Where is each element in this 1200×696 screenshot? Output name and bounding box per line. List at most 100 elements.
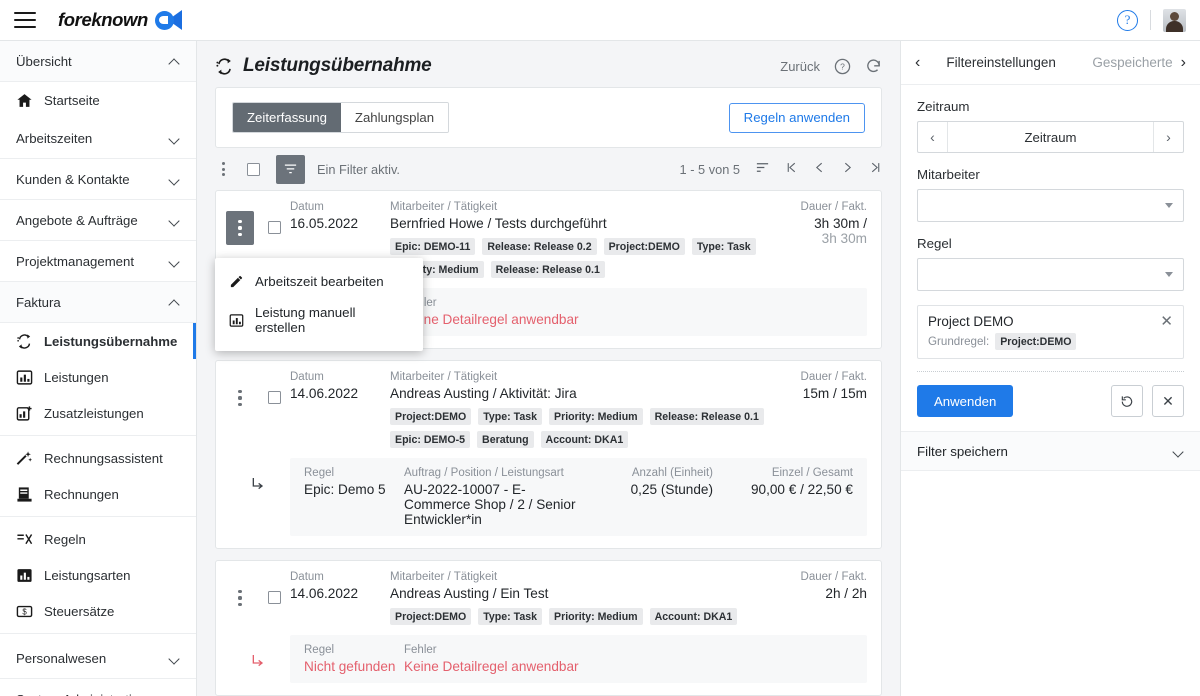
table-row: Datum 14.06.2022 Mitarbeiter / Tätigkeit… [215,360,882,549]
reset-filter-button[interactable] [1111,385,1143,417]
back-link[interactable]: Zurück [780,59,820,74]
select-all-checkbox[interactable] [247,162,260,176]
sidebar-item-label: Rechnungen [44,486,119,502]
sidebar-item-zusatzleistungen[interactable]: Zusatzleistungen [0,395,196,431]
sidebar-item-regeln[interactable]: Regeln [0,521,196,557]
sort-icon[interactable] [755,160,770,178]
apply-filter-button[interactable]: Anwenden [917,385,1014,417]
table-row: Datum 14.06.2022 Mitarbeiter / Tätigkeit… [215,560,882,696]
rules-icon [17,533,33,544]
tag: Release: Release 0.1 [490,261,605,278]
chevron-up-icon [169,56,180,67]
bar-chart-icon [17,568,32,582]
brand-logo[interactable]: foreknown [58,9,182,31]
row-checkbox[interactable] [268,591,281,604]
prev-page-button[interactable] [813,161,826,177]
filter-toggle-button[interactable] [276,154,305,184]
sidebar-item-steuersaetze[interactable]: $ Steuersätze [0,593,196,629]
row-checkbox[interactable] [268,221,281,234]
page-title-text: Leistungsübernahme [243,55,432,76]
regel-select[interactable] [917,258,1184,291]
zeitraum-value[interactable]: Zeitraum [948,122,1153,152]
sidebar-group-system-administration[interactable]: System Administration [0,679,196,696]
zeitraum-next-button[interactable]: › [1153,122,1183,152]
svg-text:?: ? [840,61,845,71]
sidebar: Übersicht Startseite Arbeitszeiten Kunde… [0,41,197,696]
sidebar-group-label: Angebote & Aufträge [16,212,138,228]
sidebar-group-uebersicht[interactable]: Übersicht [0,41,196,82]
next-page-button[interactable] [841,161,854,177]
row-menu-button[interactable] [226,381,254,415]
pencil-icon [230,275,243,288]
row-menu-button[interactable] [226,211,254,245]
sidebar-item-rechnungsassistent[interactable]: Rechnungsassistent [0,440,196,476]
sidebar-item-startseite[interactable]: Startseite [0,82,196,118]
chevron-down-icon [169,133,180,144]
clear-filter-button[interactable]: ✕ [1152,385,1184,417]
undo-icon [1121,396,1133,407]
sidebar-group-kunden-kontakte[interactable]: Kunden & Kontakte [0,159,196,200]
row-billable-value: 3h 30m [821,231,867,246]
column-header-amount: Anzahl (Einheit) [631,467,713,479]
sidebar-item-leistungsuebernahme[interactable]: Leistungsübernahme [0,323,196,359]
first-page-button[interactable] [785,161,798,177]
sidebar-item-rechnungen[interactable]: Rechnungen [0,476,196,512]
help-circle-icon[interactable]: ? [1117,9,1138,31]
bar-chart-plus-icon [16,405,32,421]
avatar[interactable] [1163,8,1186,32]
sidebar-item-label: Leistungen [44,369,109,385]
chevron-down-icon [169,174,180,185]
row-employee-value: Andreas Austing / Aktivität: Jira [390,386,577,401]
last-page-button[interactable] [869,161,882,177]
row-tags: Project:DEMO Type: Task Priority: Medium… [390,408,771,448]
filter-panel: ‹ Filtereinstellungen Gespeicherte › Zei… [900,41,1200,696]
divider [0,516,196,517]
detail-amount-value: 0,25 (Stunde) [630,482,713,497]
sidebar-group-arbeitszeiten[interactable]: Arbeitszeiten [0,118,196,159]
tab-gespeicherte[interactable]: Gespeicherte [1092,55,1172,70]
tag: Release: Release 0.1 [649,408,764,425]
chevron-down-icon [1165,203,1173,208]
remove-rule-icon[interactable]: ✕ [1152,314,1173,329]
selected-rule-text: Project DEMO Grundregel: Project:DEMO [928,314,1077,350]
context-menu-item-edit-worktime[interactable]: Arbeitszeit bearbeiten [215,266,423,297]
sidebar-item-leistungen[interactable]: Leistungen [0,359,196,395]
refresh-icon[interactable] [865,58,882,75]
tab-zeiterfassung[interactable]: Zeiterfassung [233,103,341,132]
chevron-down-icon [169,215,180,226]
mitarbeiter-select[interactable] [917,189,1184,222]
sidebar-group-label: Faktura [16,294,61,310]
context-menu-item-create-service[interactable]: Leistung manuell erstellen [215,297,423,343]
sidebar-item-label: Leistungsübernahme [44,333,178,349]
tab-filtereinstellungen[interactable]: Filtereinstellungen [946,55,1056,70]
column-header-date: Datum [290,201,324,213]
row-checkbox[interactable] [268,391,281,404]
list-options-kebab-icon[interactable] [215,162,231,176]
panel-next-icon[interactable]: › [1181,54,1186,71]
column-header-date: Datum [290,371,324,383]
detail-error: Fehler Keine Detailregel anwendbar [404,297,853,327]
hamburger-icon[interactable] [14,12,36,28]
row-menu-button[interactable] [226,581,254,615]
page-title: Leistungsübernahme [215,55,432,77]
sidebar-group-faktura[interactable]: Faktura [0,282,196,323]
tag: Epic: DEMO-5 [390,431,471,448]
tab-group: Zeiterfassung Zahlungsplan [232,102,450,133]
chevron-up-icon [169,297,180,308]
help-circle-icon[interactable]: ? [834,58,851,75]
row-duration: Dauer / Fakt. 3h 30m / 3h 30m [771,201,867,278]
panel-prev-icon[interactable]: ‹ [915,54,920,71]
sidebar-item-leistungsarten[interactable]: Leistungsarten [0,557,196,593]
sidebar-group-personalwesen[interactable]: Personalwesen [0,638,196,679]
zeitraum-prev-button[interactable]: ‹ [918,122,948,152]
detail-box: Regel Nicht gefunden Fehler Keine Detail… [290,635,867,683]
tab-zahlungsplan[interactable]: Zahlungsplan [340,103,449,132]
sidebar-group-projektmanagement[interactable]: Projektmanagement [0,241,196,282]
apply-rules-button[interactable]: Regeln anwenden [728,102,865,133]
detail-rule: Regel Nicht gefunden [304,644,404,674]
selected-rule-chip: Project DEMO Grundregel: Project:DEMO ✕ [917,305,1184,359]
save-filter-section[interactable]: Filter speichern [901,431,1200,471]
detail-price-value: 90,00 € / 22,50 € [750,482,853,497]
sidebar-group-angebote-auftraege[interactable]: Angebote & Aufträge [0,200,196,241]
column-header-employee: Mitarbeiter / Tätigkeit [390,371,498,383]
